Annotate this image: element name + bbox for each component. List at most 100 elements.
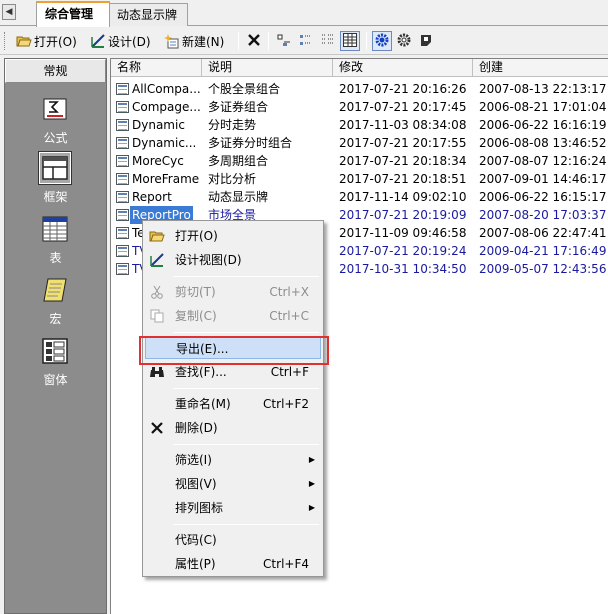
menu-item-arrange-icons[interactable]: 排列图标 ▶ [145,497,321,519]
row-name: Dynamic... [132,136,197,150]
design-ruler-icon [149,252,165,268]
table-row[interactable]: Compage... 多证券组合 2017-07-21 20:17:45 200… [111,98,608,116]
menu-separator [173,276,319,277]
new-sparkle-icon [164,33,180,49]
frame-file-icon [116,227,129,239]
menu-item-delete[interactable]: 删除(D) [145,417,321,439]
menu-item-copy: 复制(C) Ctrl+C [145,305,321,327]
list-view-icon [320,32,336,51]
form-icon [39,335,71,367]
menu-item-label: 排列图标 [175,501,224,515]
gear-icon [396,32,412,51]
submenu-arrow-icon: ▶ [308,455,315,464]
large-icons-view-button[interactable] [274,31,294,51]
menu-item-label: 删除(D) [175,421,218,435]
open-button[interactable]: 打开(O) [14,30,79,52]
sidebar-item-label: 表 [49,251,62,265]
row-modified: 2017-07-21 20:16:26 [339,82,467,96]
sidebar-item-form[interactable]: 窗体 [5,335,106,397]
column-header-modified[interactable]: 修改 [333,59,473,77]
menu-shortcut: Ctrl+C [269,309,309,323]
row-modified: 2017-07-21 20:17:45 [339,100,467,114]
row-created: 2007-08-13 22:13:17 [479,82,607,96]
tab-scroll-left-button[interactable]: ◀ [2,4,16,20]
sidebar-item-macro[interactable]: 宏 [5,274,106,336]
frame-file-icon [116,191,129,203]
menu-shortcut: Ctrl+F4 [263,557,309,571]
design-button[interactable]: 设计(D) [88,30,153,52]
menu-item-label: 复制(C) [175,309,217,323]
menu-item-view[interactable]: 视图(V) ▶ [145,473,321,495]
menu-item-filter[interactable]: 筛选(I) ▶ [145,449,321,471]
details-view-button[interactable] [340,31,360,51]
sidebar-item-formula[interactable]: 公式 [5,93,106,155]
menu-item-design-view[interactable]: 设计视图(D) [145,249,321,271]
row-created: 2006-08-08 13:46:52 [479,136,607,150]
frame-file-icon [116,245,129,257]
copy-icon [149,308,165,324]
menu-item-code[interactable]: 代码(C) [145,529,321,551]
row-created: 2009-05-07 12:43:56 [479,262,607,276]
row-name: Dynamic [132,118,185,132]
table-row[interactable]: MoreFrame 对比分析 2017-07-21 20:18:51 2007-… [111,170,608,188]
gear-blue-icon [374,32,390,51]
row-created: 2009-04-21 17:16:49 [479,244,607,258]
sidebar-item-frame[interactable]: 框架 [5,151,106,214]
column-header-created[interactable]: 创建 [473,59,608,77]
row-created: 2006-06-22 16:15:17 [479,190,607,204]
new-button[interactable]: 新建(N) [162,30,226,52]
tab-general-management[interactable]: 综合管理 [36,1,110,27]
submenu-arrow-icon: ▶ [308,479,315,488]
settings-blue-button[interactable] [372,31,392,51]
table-row[interactable]: Report 动态显示牌 2017-11-14 09:02:10 2006-06… [111,188,608,206]
delete-toolbar-button[interactable] [244,31,264,51]
folder-open-icon [16,33,32,49]
sidebar-item-table[interactable]: 表 [5,213,106,275]
sidebar-header[interactable]: 常规 [5,59,106,83]
menu-item-rename[interactable]: 重命名(M) Ctrl+F2 [145,393,321,415]
sidebar-item-label: 框架 [43,190,68,204]
frame-file-icon [116,137,129,149]
row-created: 2006-06-22 16:16:19 [479,118,607,132]
macro-scroll-icon [39,274,71,306]
row-modified: 2017-11-03 08:34:08 [339,118,467,132]
row-modified: 2017-07-21 20:19:24 [339,244,467,258]
menu-item-label: 打开(O) [175,229,218,243]
menu-item-properties[interactable]: 属性(P) Ctrl+F4 [145,553,321,575]
row-name: MoreFrame [132,172,200,186]
row-description: 多周期组合 [208,154,269,168]
table-row[interactable]: Dynamic 分时走势 2017-11-03 08:34:08 2006-06… [111,116,608,134]
delete-x-icon [149,420,165,436]
scissors-icon [149,284,165,300]
menu-separator [173,524,319,525]
table-row[interactable]: AllCompa... 个股全景组合 2017-07-21 20:16:26 2… [111,80,608,98]
row-created: 2007-09-01 14:46:17 [479,172,607,186]
settings-button[interactable] [394,31,414,51]
menu-item-cut: 剪切(T) Ctrl+X [145,281,321,303]
menu-shortcut: Ctrl+F2 [263,397,309,411]
toolbar-separator [366,32,367,50]
table-row[interactable]: MoreCyc 多周期组合 2017-07-21 20:18:34 2007-0… [111,152,608,170]
small-icons-view-button[interactable] [296,31,316,51]
menu-item-label: 代码(C) [175,533,217,547]
column-header-name[interactable]: 名称 [111,59,202,77]
menu-item-label: 剪切(T) [175,285,216,299]
row-created: 2007-08-07 12:16:24 [479,154,607,168]
frame-file-icon [116,101,129,113]
small-icons-icon [298,32,314,51]
menu-item-open[interactable]: 打开(O) [145,225,321,247]
toolbar: 打开(O) 设计(D) 新建(N) [0,27,608,55]
tab-dynamic-display[interactable]: 动态显示牌 [108,3,188,26]
menu-separator [173,444,319,445]
column-header-description[interactable]: 说明 [202,59,333,77]
row-description: 对比分析 [208,172,257,186]
properties-button[interactable] [416,31,436,51]
row-modified: 2017-07-21 20:18:34 [339,154,467,168]
row-name: Report [132,190,172,204]
row-created: 2007-08-06 22:47:41 [479,226,607,240]
menu-separator [173,388,319,389]
list-view-button[interactable] [318,31,338,51]
table-row[interactable]: Dynamic... 多证券分时组合 2017-07-21 20:17:55 2… [111,134,608,152]
delete-x-icon [247,33,261,50]
frame-file-icon [116,173,129,185]
